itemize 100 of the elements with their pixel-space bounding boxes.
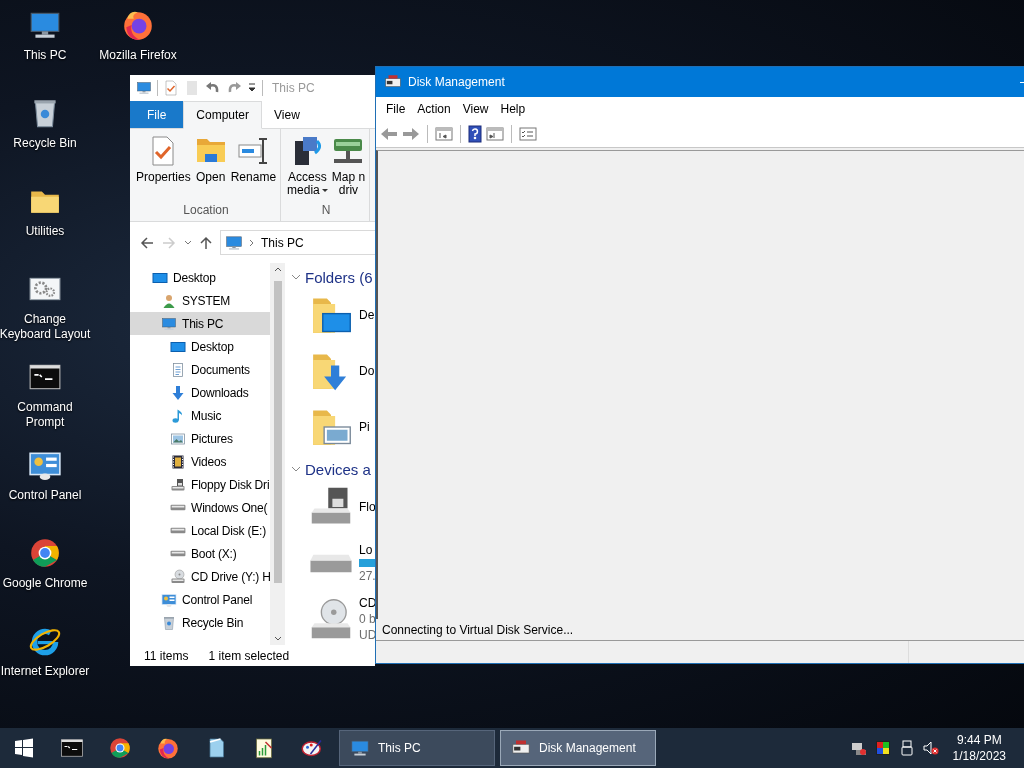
chrome-icon	[28, 536, 62, 570]
clock[interactable]: 9:44 PM 1/18/2023	[952, 732, 1006, 764]
content-item[interactable]: De	[291, 287, 375, 343]
nav-item[interactable]: Windows One(	[130, 496, 270, 519]
nav-label: This PC	[182, 316, 224, 331]
nav-item[interactable]: Videos	[130, 450, 270, 473]
content-item[interactable]: Lo 27.	[291, 535, 375, 591]
item-detail: 27.	[359, 569, 375, 583]
minimize-icon[interactable]	[1020, 81, 1024, 83]
content-item[interactable]: CD 0 b UD	[291, 591, 375, 645]
chrome-icon	[108, 736, 132, 760]
ribbon-tab[interactable]: Computer	[183, 101, 263, 129]
nav-label: Desktop	[173, 270, 216, 285]
desktop-shortcut[interactable]: Change Keyboard Layout	[0, 270, 90, 342]
taskbar-window[interactable]: Disk Management	[500, 730, 656, 766]
muted-speaker-icon[interactable]	[922, 740, 939, 756]
forward-arrow-icon[interactable]	[402, 125, 420, 142]
nav-item[interactable]: Recycle Bin	[130, 611, 270, 634]
nav-label: Downloads	[191, 385, 249, 400]
nav-item[interactable]: Control Panel	[130, 588, 270, 611]
scrollbar[interactable]	[270, 263, 285, 645]
group-header[interactable]: Folders (6	[291, 267, 375, 287]
item-name: Do	[359, 364, 375, 378]
up-arrow-icon[interactable]	[200, 235, 212, 250]
usage-bar	[359, 559, 375, 567]
item-name: De	[359, 308, 375, 322]
ribbon-tab[interactable]: File	[130, 101, 184, 128]
ribbon-button[interactable]: Rename	[230, 135, 277, 203]
help-icon[interactable]	[468, 124, 482, 143]
film-icon	[170, 453, 186, 470]
taskbar-window[interactable]: This PC	[339, 730, 495, 766]
ribbon-button[interactable]: Properties	[136, 135, 191, 203]
group-header[interactable]: Devices a	[291, 459, 375, 479]
nav-item[interactable]: SYSTEM	[130, 289, 270, 312]
nav-item[interactable]: Downloads	[130, 381, 270, 404]
nav-label: Desktop	[191, 339, 234, 354]
desktop-shortcut[interactable]: Google Chrome	[0, 534, 90, 591]
user-icon	[161, 292, 177, 309]
nav-item[interactable]: Desktop	[130, 266, 270, 289]
nav-item[interactable]: Documents	[130, 358, 270, 381]
desktop-shortcut[interactable]: Command Prompt	[0, 358, 90, 430]
color-icon[interactable]	[874, 740, 891, 756]
item-name: CD	[359, 596, 375, 610]
check-document-icon	[163, 80, 179, 96]
monitor-icon	[161, 315, 177, 332]
nav-label: Windows One(	[191, 500, 268, 515]
desktop-shortcut[interactable]: Mozilla Firefox	[90, 6, 186, 63]
nav-item[interactable]: Local Disk (E:)	[130, 519, 270, 542]
chevron-down-icon[interactable]	[184, 238, 192, 247]
address-field[interactable]: This PC	[220, 230, 375, 255]
menu-item[interactable]: Action	[411, 101, 457, 116]
drive-icon	[309, 552, 353, 574]
forward-arrow-icon	[162, 235, 176, 250]
ribbon-button[interactable]: Access media	[287, 135, 328, 203]
nav-item[interactable]: Desktop	[130, 335, 270, 358]
nav-label: Local Disk (E:)	[191, 523, 267, 538]
scroll-thumb[interactable]	[273, 281, 282, 583]
panel-icon[interactable]	[486, 125, 504, 142]
recycle-bin-icon	[161, 614, 177, 631]
back-button[interactable]	[140, 235, 154, 250]
desktop-shortcut[interactable]: Control Panel	[0, 446, 90, 503]
nav-item[interactable]: This PC	[130, 312, 270, 335]
panel-icon[interactable]	[435, 125, 453, 142]
checklist-icon[interactable]	[519, 125, 537, 142]
drive-icon	[170, 550, 186, 557]
content-item[interactable]: Flo	[291, 479, 375, 535]
nav-item[interactable]: Boot (X:)	[130, 542, 270, 565]
desktop-shortcut[interactable]: Utilities	[0, 182, 90, 239]
item-name: Flo	[359, 500, 375, 514]
menu-item[interactable]: Help	[494, 101, 532, 116]
item-detail: 0 b	[359, 612, 375, 626]
monitor-icon	[225, 233, 243, 252]
monitor-icon	[350, 738, 370, 758]
down-arrow-icon	[170, 384, 186, 401]
desktop-shortcut[interactable]: Internet Explorer	[0, 622, 90, 679]
nav-item[interactable]: CD Drive (Y:) H	[130, 565, 270, 588]
usb-icon[interactable]	[898, 740, 915, 756]
group-label: N	[321, 203, 331, 219]
windows-logo-icon	[14, 738, 34, 758]
console-icon	[60, 736, 84, 760]
nav-label: Recycle Bin	[182, 615, 244, 630]
menu-item[interactable]: File	[380, 101, 412, 116]
back-arrow-icon[interactable]	[380, 125, 398, 142]
content-item[interactable]: Do	[291, 343, 375, 399]
monitor-icon	[136, 80, 152, 96]
nav-label: Boot (X:)	[191, 546, 237, 561]
window-title: Disk Management	[408, 75, 506, 89]
desktop-shortcut[interactable]: Recycle Bin	[0, 94, 90, 151]
network-icon[interactable]	[850, 740, 867, 756]
ribbon-button[interactable]: Map n driv	[331, 135, 366, 203]
desktop-shortcut[interactable]: This PC	[0, 6, 90, 63]
ribbon-button[interactable]: Open	[194, 135, 227, 203]
nav-item[interactable]: Pictures	[130, 427, 270, 450]
content-item[interactable]: Pi	[291, 399, 375, 455]
nav-item[interactable]: Music	[130, 404, 270, 427]
menu-item[interactable]: View	[456, 101, 495, 116]
nav-label: Pictures	[191, 431, 233, 446]
nav-item[interactable]: Floppy Disk Dri	[130, 473, 270, 496]
control-panel-icon	[161, 591, 177, 608]
window-title: This PC	[272, 81, 315, 95]
